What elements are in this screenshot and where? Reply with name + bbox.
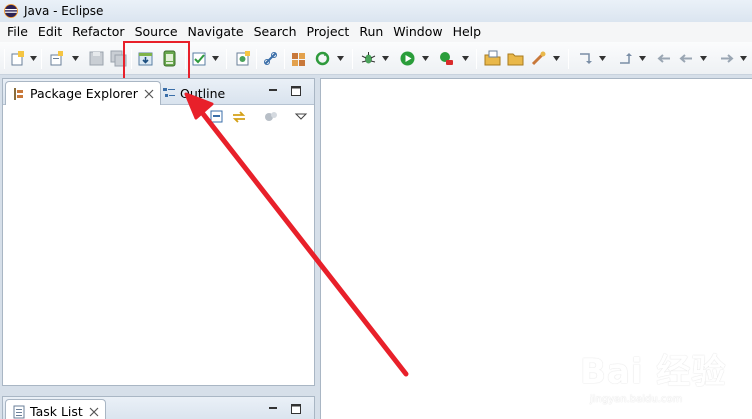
new-class-icon[interactable]	[234, 50, 251, 67]
new-wizard-icon[interactable]	[48, 50, 65, 67]
eclipse-logo-icon	[4, 4, 18, 18]
minimize-icon[interactable]	[267, 403, 279, 415]
menu-project[interactable]: Project	[302, 22, 355, 42]
external-tools-dropdown-icon[interactable]	[462, 56, 469, 61]
menu-bar: File Edit Refactor Source Navigate Searc…	[0, 22, 752, 42]
search-dropdown-icon[interactable]	[553, 56, 560, 61]
forward-dropdown-icon[interactable]	[740, 56, 747, 61]
refresh-dropdown-icon[interactable]	[337, 56, 344, 61]
window-title: Java - Eclipse	[24, 4, 104, 18]
collapse-all-icon[interactable]	[209, 109, 225, 125]
toolbar-separator	[352, 49, 353, 69]
run-icon[interactable]	[399, 50, 416, 67]
back-dropdown-icon[interactable]	[700, 56, 707, 61]
view-tab-bar: Task List	[3, 397, 314, 419]
tab-task-list[interactable]: Task List	[5, 399, 106, 419]
check-icon[interactable]	[191, 50, 208, 67]
debug-icon[interactable]	[360, 50, 377, 67]
menu-run[interactable]: Run	[354, 22, 388, 42]
back-icon[interactable]	[678, 50, 695, 67]
menu-window[interactable]: Window	[388, 22, 447, 42]
watermark-url: jingyan.baidu.com	[590, 394, 683, 405]
close-icon[interactable]	[89, 407, 99, 417]
view-tab-bar: Package Explorer Outline	[3, 79, 314, 105]
outline-icon	[163, 88, 175, 97]
menu-search[interactable]: Search	[249, 22, 302, 42]
task-list-view: Task List	[2, 396, 315, 419]
debug-dropdown-icon[interactable]	[382, 56, 389, 61]
open-type-icon[interactable]	[484, 50, 501, 67]
tab-package-explorer[interactable]: Package Explorer	[5, 81, 161, 105]
view-toolbar	[3, 106, 314, 128]
main-toolbar	[0, 42, 752, 75]
focus-icon[interactable]	[263, 109, 279, 125]
menu-file[interactable]: File	[2, 22, 33, 42]
package-explorer-view: Package Explorer Outline	[2, 78, 315, 386]
external-tools-icon[interactable]	[438, 50, 455, 67]
minimize-icon[interactable]	[267, 85, 279, 97]
open-folder-icon[interactable]	[507, 50, 524, 67]
toolbar-separator	[41, 49, 42, 69]
toolbar-separator	[476, 49, 477, 69]
link-with-editor-icon[interactable]	[231, 109, 247, 125]
tab-label: Package Explorer	[30, 86, 138, 101]
device-manager-icon[interactable]	[161, 50, 178, 67]
forward-icon[interactable]	[718, 50, 735, 67]
tab-outline[interactable]: Outline	[156, 81, 231, 105]
previous-annotation-dropdown-icon[interactable]	[639, 56, 646, 61]
link-icon[interactable]	[262, 50, 279, 67]
watermark: Bai 经验 jingyan.baidu.com	[540, 338, 740, 408]
next-annotation-dropdown-icon[interactable]	[599, 56, 606, 61]
tab-label: Task List	[30, 404, 83, 419]
close-icon[interactable]	[144, 89, 154, 99]
maximize-icon[interactable]	[290, 85, 302, 97]
toolbar-separator	[226, 49, 227, 69]
toolbar-separator	[568, 49, 569, 69]
package-icon[interactable]	[290, 50, 307, 67]
next-annotation-icon[interactable]	[576, 50, 593, 67]
menu-navigate[interactable]: Navigate	[183, 22, 249, 42]
toolbar-separator	[4, 49, 5, 69]
title-bar: Java - Eclipse	[0, 0, 752, 22]
tab-label: Outline	[180, 85, 226, 101]
menu-help[interactable]: Help	[448, 22, 487, 42]
menu-source[interactable]: Source	[130, 22, 183, 42]
task-list-icon	[13, 405, 25, 418]
save-all-icon[interactable]	[110, 50, 127, 67]
run-dropdown-icon[interactable]	[422, 56, 429, 61]
check-dropdown-icon[interactable]	[212, 56, 219, 61]
download-install-icon[interactable]	[137, 50, 154, 67]
save-icon[interactable]	[88, 50, 105, 67]
menu-refactor[interactable]: Refactor	[67, 22, 129, 42]
last-edit-icon[interactable]	[656, 50, 673, 67]
watermark-brand: Bai 经验	[580, 352, 727, 392]
view-menu-icon[interactable]	[293, 109, 309, 125]
new-wizard-dropdown-icon[interactable]	[72, 56, 79, 61]
search-tool-icon[interactable]	[530, 50, 547, 67]
toolbar-separator	[131, 49, 132, 69]
new-dropdown-icon[interactable]	[30, 56, 37, 61]
maximize-icon[interactable]	[290, 403, 302, 415]
toolbar-separator	[185, 49, 186, 69]
package-explorer-icon	[14, 87, 23, 100]
refresh-icon[interactable]	[314, 50, 331, 67]
menu-edit[interactable]: Edit	[33, 22, 67, 42]
previous-annotation-icon[interactable]	[616, 50, 633, 67]
toolbar-separator	[256, 49, 257, 69]
new-icon[interactable]	[9, 50, 26, 67]
toolbar-separator	[284, 49, 285, 69]
